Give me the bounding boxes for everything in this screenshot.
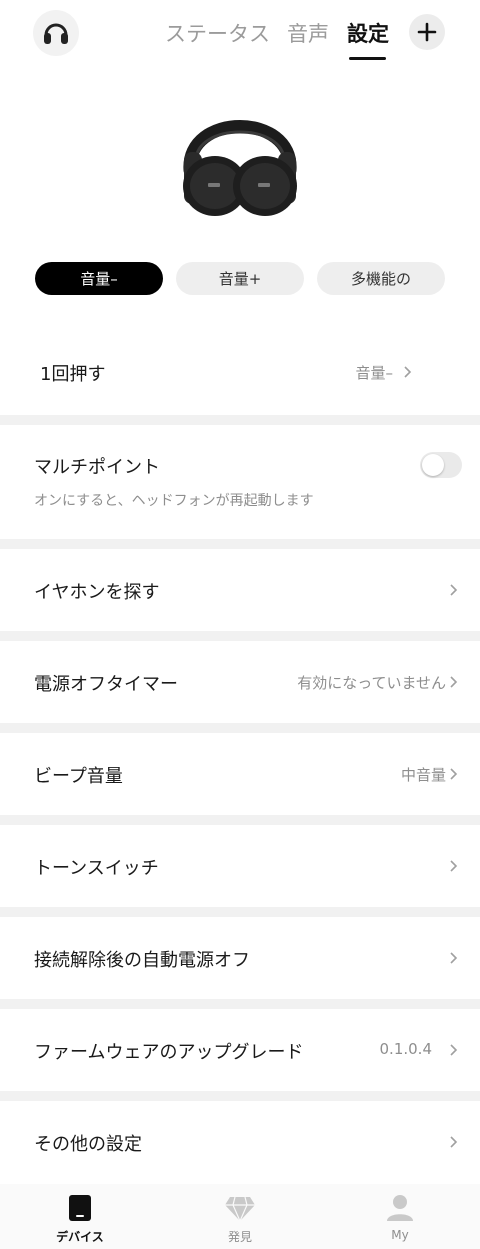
multipoint-title: マルチポイント xyxy=(34,457,160,478)
settings-row-title: その他の設定 xyxy=(34,1134,142,1155)
multipoint-toggle[interactable] xyxy=(420,452,462,478)
nav-label-my: My xyxy=(391,1228,409,1242)
headphones-icon xyxy=(44,23,68,44)
settings-row-tone-switch[interactable]: トーンスイッチ xyxy=(0,825,480,907)
settings-row-find-earphones[interactable]: イヤホンを探す xyxy=(0,549,480,631)
settings-row-auto-power-off[interactable]: 接続解除後の自動電源オフ xyxy=(0,917,480,999)
active-tab-indicator xyxy=(349,57,386,60)
plus-icon xyxy=(417,22,437,42)
button-option-volume-down[interactable]: 音量– xyxy=(35,262,163,295)
section-divider xyxy=(0,1091,480,1101)
diamond-icon xyxy=(225,1196,255,1222)
button-option-multifunction[interactable]: 多機能の xyxy=(317,262,445,295)
section-divider xyxy=(0,999,480,1009)
chevron-right-icon xyxy=(450,1044,458,1056)
chevron-right-icon xyxy=(450,860,458,872)
profile-icon xyxy=(387,1195,413,1221)
section-divider xyxy=(0,539,480,549)
device-avatar[interactable] xyxy=(33,10,79,56)
tab-settings[interactable]: 設定 xyxy=(347,18,389,48)
settings-row-value: 有効になっていません xyxy=(297,674,446,692)
tab-audio[interactable]: 音声 xyxy=(287,18,329,48)
settings-row-title: 電源オフタイマー xyxy=(34,674,178,695)
settings-row-beep-volume[interactable]: ビープ音量 中音量 xyxy=(0,733,480,815)
section-divider xyxy=(0,631,480,641)
section-divider xyxy=(0,907,480,917)
multipoint-row: マルチポイント オンにすると、ヘッドフォンが再起動します xyxy=(0,425,480,539)
settings-row-title: 接続解除後の自動電源オフ xyxy=(34,950,250,971)
settings-row-firmware-upgrade[interactable]: ファームウェアのアップグレード 0.1.0.4 xyxy=(0,1009,480,1091)
nav-item-device[interactable]: デバイス xyxy=(0,1184,160,1249)
chevron-right-icon xyxy=(450,584,458,596)
add-device-button[interactable] xyxy=(409,14,445,50)
settings-row-title: イヤホンを探す xyxy=(34,582,160,603)
nav-label-device: デバイス xyxy=(56,1230,104,1244)
settings-row-power-off-timer[interactable]: 電源オフタイマー 有効になっていません xyxy=(0,641,480,723)
chevron-right-icon xyxy=(450,952,458,964)
bottom-navigation: デバイス 発見 My xyxy=(0,1184,480,1249)
settings-row-title: ファームウェアのアップグレード xyxy=(34,1042,304,1063)
multipoint-description: オンにすると、ヘッドフォンが再起動します xyxy=(34,493,314,509)
settings-row-value: 中音量 xyxy=(400,766,446,784)
nav-item-discover[interactable]: 発見 xyxy=(160,1184,320,1249)
settings-row-title: トーンスイッチ xyxy=(34,858,159,879)
settings-row-other-settings[interactable]: その他の設定 xyxy=(0,1101,480,1184)
tab-status[interactable]: ステータス xyxy=(165,18,270,48)
chevron-right-icon xyxy=(450,676,458,688)
chevron-right-icon xyxy=(450,1136,458,1148)
press-action-value: 音量– xyxy=(355,364,393,382)
firmware-version: 0.1.0.4 xyxy=(379,1040,432,1058)
nav-label-discover: 発見 xyxy=(227,1230,252,1244)
settings-row-title: ビープ音量 xyxy=(34,766,123,787)
device-icon xyxy=(69,1195,91,1221)
nav-item-my[interactable]: My xyxy=(320,1184,480,1249)
section-divider xyxy=(0,815,480,825)
button-option-volume-up[interactable]: 音量+ xyxy=(176,262,304,295)
toggle-knob xyxy=(422,454,444,476)
chevron-right-icon xyxy=(450,768,458,780)
section-divider xyxy=(0,415,480,425)
chevron-right-icon xyxy=(404,366,412,378)
press-action-row[interactable]: 1回押す 音量– xyxy=(0,330,480,415)
press-action-title: 1回押す xyxy=(40,364,106,385)
headphones-product-image xyxy=(183,120,297,216)
section-divider xyxy=(0,723,480,733)
